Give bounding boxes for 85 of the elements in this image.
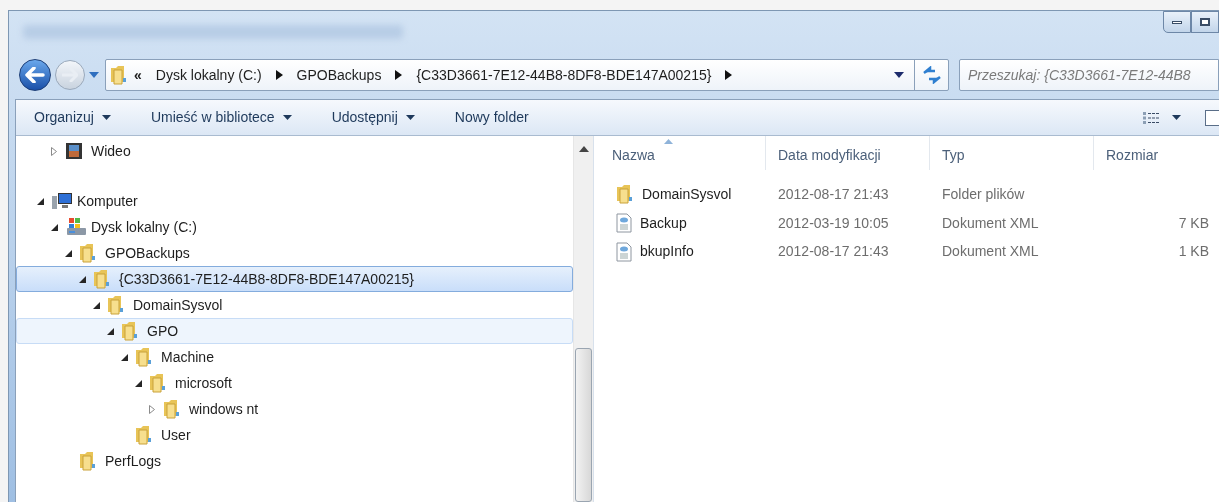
date-cell-text: 2012-03-19 10:05 — [777, 213, 890, 233]
back-arrow-icon — [25, 67, 45, 83]
tree-item[interactable]: Machine — [16, 344, 573, 370]
tree-item[interactable]: GPOBackups — [16, 240, 573, 266]
minimize-button[interactable] — [1163, 11, 1191, 33]
drive-icon — [65, 217, 87, 237]
expand-arrow-icon[interactable] — [149, 404, 155, 414]
folder-icon — [149, 373, 167, 393]
collapse-arrow-icon[interactable] — [121, 353, 128, 361]
forward-arrow-icon — [62, 68, 78, 82]
refresh-icon — [921, 66, 942, 84]
file-name: Backup — [640, 213, 687, 233]
scrollbar-thumb[interactable] — [575, 348, 592, 502]
file-name: DomainSysvol — [642, 184, 732, 204]
scroll-up-icon[interactable] — [578, 146, 589, 152]
column-header[interactable]: Data modyfikacji — [766, 136, 930, 170]
folder-icon — [616, 184, 634, 205]
breadcrumb-arrow-icon[interactable] — [395, 70, 403, 80]
tree-item[interactable]: Dysk lokalny (C:) — [16, 214, 573, 240]
type-cell-text: Dokument XML — [941, 213, 1040, 233]
maximize-button[interactable] — [1191, 11, 1219, 33]
tree-item[interactable]: PerfLogs — [16, 448, 573, 474]
file-row[interactable]: bkupInfo 2012-08-17 21:43 Dokument XML 1 KB — [600, 237, 1219, 267]
collapse-arrow-icon[interactable] — [51, 223, 58, 231]
toolbar-button[interactable]: Umieść w bibliotece — [142, 103, 300, 132]
collapse-arrow-icon[interactable] — [65, 249, 72, 257]
collapse-arrow-icon[interactable] — [93, 301, 100, 309]
caret-icon — [1172, 115, 1181, 120]
folder-icon — [79, 243, 97, 263]
file-name: bkupInfo — [640, 242, 694, 262]
tree-item[interactable]: microsoft — [16, 370, 573, 396]
collapse-arrow-icon[interactable] — [107, 327, 114, 335]
folder-icon — [135, 425, 153, 445]
folder-icon — [163, 399, 181, 419]
tree-item[interactable]: {C33D3661-7E12-44B8-8DF8-BDE147A00215} — [16, 266, 573, 292]
type-cell-text: Folder plików — [941, 184, 1026, 204]
breadcrumb-arrow-icon[interactable] — [725, 70, 733, 80]
toolbar-button[interactable]: Udostępnij — [323, 103, 423, 132]
folder-icon — [79, 451, 97, 471]
overflow-chevron[interactable]: « — [134, 64, 142, 86]
date-cell-text: 2012-08-17 21:43 — [777, 184, 890, 204]
xml-document-icon — [616, 213, 632, 234]
tree-item[interactable]: windows nt — [16, 396, 573, 422]
expand-arrow-icon[interactable] — [51, 146, 57, 156]
breadcrumb-item[interactable]: Dysk lokalny (C:) — [153, 64, 264, 86]
address-bar[interactable]: « Dysk lokalny (C:) GPOBackups {C33D3661-7E12-44B8-8DF8-BDE147A00215} — [105, 59, 949, 91]
toolbar-button[interactable]: Organizuj — [26, 103, 119, 132]
xml-document-icon — [616, 241, 632, 262]
file-row[interactable]: Backup 2012-03-19 10:05 Dokument XML 7 KB — [600, 208, 1219, 238]
dropdown-icon[interactable] — [894, 72, 904, 78]
collapse-arrow-icon[interactable] — [37, 197, 44, 205]
date-cell-text: 2012-08-17 21:43 — [777, 242, 890, 262]
caret-icon — [405, 115, 415, 120]
size-cell-text: 7 KB — [1178, 213, 1209, 233]
breadcrumb-arrow-icon[interactable] — [275, 70, 283, 80]
folder-icon — [135, 347, 153, 367]
tree-item[interactable]: GPO — [16, 318, 573, 344]
folder-icon — [107, 295, 125, 315]
folder-icon — [110, 65, 128, 85]
computer-icon — [51, 192, 73, 210]
breadcrumb-item[interactable]: GPOBackups — [294, 64, 384, 86]
history-dropdown-icon[interactable] — [89, 72, 99, 78]
caret-icon — [101, 115, 111, 120]
preview-pane-button[interactable] — [1205, 109, 1219, 126]
back-button[interactable] — [19, 59, 51, 91]
column-header[interactable]: Typ — [930, 136, 1094, 170]
search-field[interactable]: Przeszukaj: {C33D3661-7E12-44B8 — [959, 59, 1219, 91]
details-view-icon — [1142, 110, 1160, 125]
column-header[interactable]: Rozmiar — [1094, 136, 1219, 170]
tree-item[interactable]: DomainSysvol — [16, 292, 573, 318]
type-cell-text: Dokument XML — [941, 242, 1040, 262]
column-header[interactable]: Nazwa — [600, 136, 766, 170]
tree-item[interactable]: Wideo — [16, 138, 573, 164]
collapse-arrow-icon[interactable] — [135, 379, 142, 387]
folder-icon — [93, 269, 111, 289]
folder-icon — [121, 321, 139, 341]
toolbar-button[interactable]: Nowy folder — [446, 103, 537, 132]
tree-item[interactable]: User — [16, 422, 573, 448]
breadcrumb-item[interactable]: {C33D3661-7E12-44B8-8DF8-BDE147A00215} — [414, 64, 714, 86]
collapse-arrow-icon[interactable] — [79, 275, 86, 283]
tree-item[interactable]: Komputer — [16, 188, 573, 214]
size-cell-text: 1 KB — [1178, 242, 1209, 262]
film-icon — [65, 142, 83, 160]
file-row[interactable]: DomainSysvol 2012-08-17 21:43 Folder plików — [600, 180, 1219, 209]
caret-icon — [282, 115, 292, 120]
